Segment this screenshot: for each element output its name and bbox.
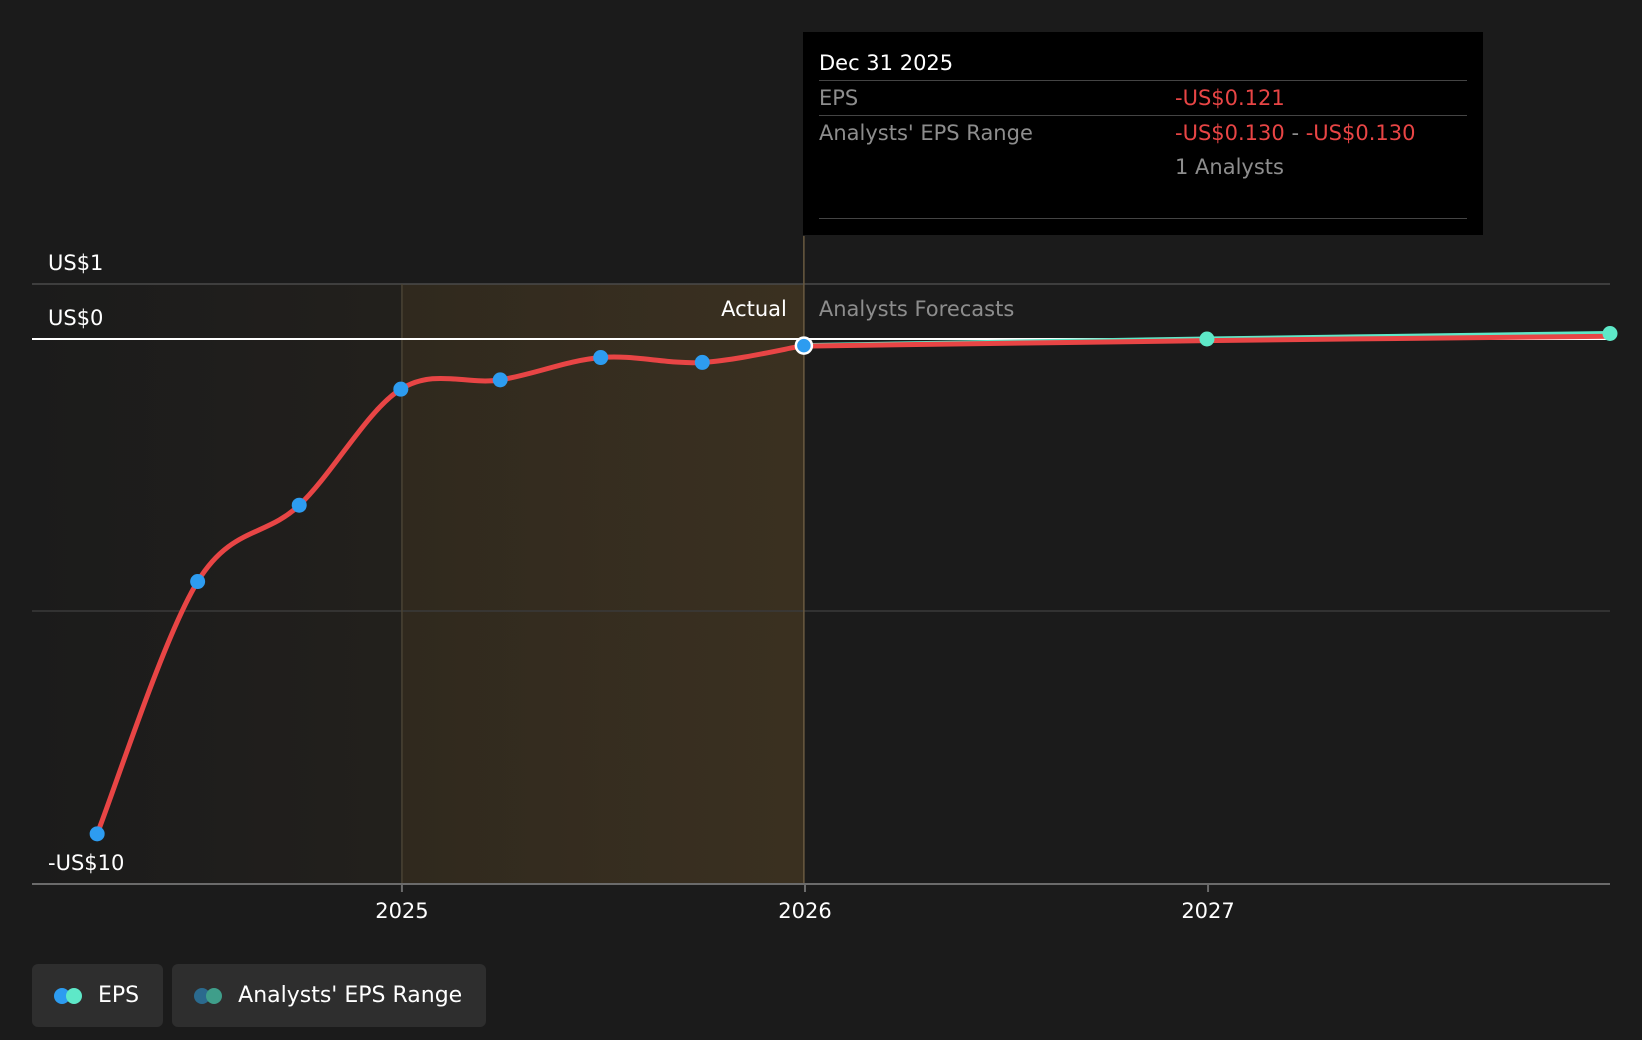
- tooltip-analysts-count: 1 Analysts: [1175, 155, 1284, 179]
- legend: EPS Analysts' EPS Range: [32, 964, 487, 1027]
- eps-forecast-point: [1199, 331, 1215, 347]
- tooltip-range-label: Analysts' EPS Range: [819, 121, 1033, 145]
- y-tick-label: US$1: [48, 251, 103, 275]
- x-tick-label: 2027: [1181, 899, 1234, 923]
- actual-label: Actual: [721, 297, 787, 321]
- forecast-label: Analysts Forecasts: [819, 297, 1014, 321]
- eps-actual-point: [593, 350, 609, 366]
- tooltip-divider: [819, 218, 1467, 219]
- tooltip-range-row: Analysts' EPS Range -US$0.130 - -US$0.13…: [819, 116, 1467, 150]
- tooltip-analysts-row: 1 Analysts: [819, 150, 1467, 184]
- legend-eps-label: EPS: [98, 983, 140, 1008]
- eps-forecast-point: [1602, 326, 1618, 341]
- eps-legend-icon: [54, 987, 84, 1005]
- eps-actual-point: [694, 354, 710, 370]
- eps-actual-point: [89, 826, 105, 842]
- legend-item-eps[interactable]: EPS: [32, 964, 164, 1027]
- y-tick-label: US$0: [48, 306, 103, 330]
- legend-item-eps-range[interactable]: Analysts' EPS Range: [172, 964, 487, 1027]
- eps-highlight-point: [794, 336, 814, 355]
- tooltip-eps-value: -US$0.121: [1175, 86, 1285, 110]
- x-tick-label: 2025: [375, 899, 428, 923]
- tooltip-date: Dec 31 2025: [819, 46, 1467, 81]
- y-tick-label: -US$10: [48, 851, 124, 875]
- tooltip-range-high: -US$0.130: [1305, 121, 1416, 145]
- legend-range-label: Analysts' EPS Range: [238, 983, 463, 1008]
- tooltip: Dec 31 2025 EPS -US$0.121 Analysts' EPS …: [803, 32, 1483, 235]
- eps-range-legend-icon: [194, 987, 224, 1005]
- eps-actual-point: [291, 497, 307, 513]
- tooltip-range-separator: -: [1291, 121, 1300, 145]
- tooltip-range-low: -US$0.130: [1175, 121, 1285, 145]
- eps-actual-point: [492, 372, 508, 388]
- range-dot-icon-2: [206, 987, 223, 1004]
- tooltip-eps-label: EPS: [819, 86, 859, 110]
- tooltip-eps-row: EPS -US$0.121: [819, 81, 1467, 116]
- eps-actual-point: [393, 381, 409, 397]
- highlight-region: [401, 284, 804, 884]
- x-tick-label: 2026: [778, 899, 831, 923]
- eps-actual-point: [190, 574, 206, 590]
- eps-forecast-dot-icon: [66, 987, 82, 1004]
